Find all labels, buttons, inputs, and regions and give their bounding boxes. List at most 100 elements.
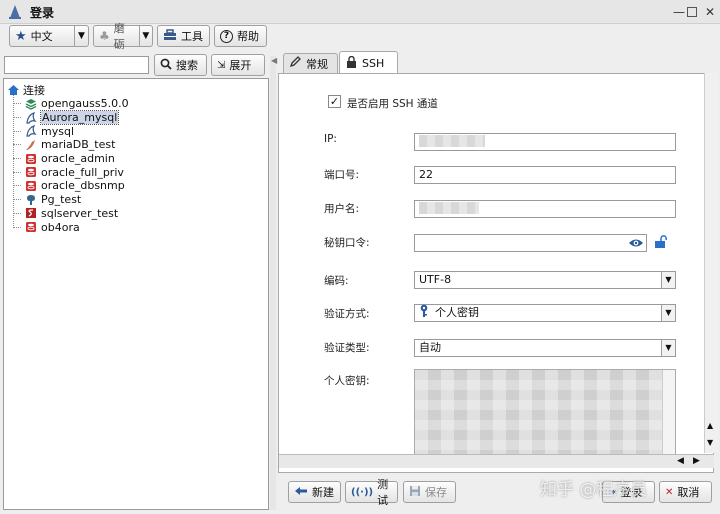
lock-icon (346, 55, 357, 71)
help-icon: ? (220, 29, 233, 43)
auth-method-label: 验证方式: (324, 308, 370, 320)
tree-item-connection[interactable]: sqlserver_test (13, 206, 266, 221)
auth-type-label: 验证类型: (324, 342, 370, 354)
tools-label: 工具 (181, 30, 203, 43)
ip-field[interactable] (414, 133, 676, 151)
tree-item-label: mysql (41, 124, 74, 138)
tree-connector-line (13, 117, 21, 119)
splitter-handle[interactable] (270, 56, 276, 510)
help-button[interactable]: ? 帮助 (214, 25, 267, 47)
port-label: 端口号: (324, 169, 360, 181)
redacted-ip (419, 135, 485, 147)
new-connection-icon (294, 485, 308, 500)
pencil-icon (289, 56, 301, 71)
enable-ssh-checkbox[interactable]: ✓ (328, 95, 341, 108)
database-icon (25, 221, 37, 233)
tree-item-label: mariaDB_test (41, 138, 116, 152)
theme-combo[interactable]: ♣ 磨砺 ▼ (93, 22, 153, 51)
tree-item-connection[interactable]: mysql (13, 124, 266, 138)
private-key-textarea[interactable] (414, 369, 676, 467)
tree-item-connection[interactable]: oracle_full_priv (13, 165, 266, 179)
tree-connector-line (13, 185, 21, 187)
chevron-down-icon: ▼ (661, 272, 675, 288)
new-button[interactable]: 新建 (288, 481, 341, 503)
tree-item-connection[interactable]: ob4ora (13, 220, 266, 234)
theme-icon: ♣ (99, 29, 110, 43)
close-icon[interactable]: ✕ (703, 5, 717, 19)
collapse-left-arrow-icon[interactable]: ◀ (271, 56, 277, 65)
language-combo[interactable]: ★ 中文 ▼ (9, 25, 89, 47)
tree-item-label: ob4ora (41, 220, 80, 234)
help-label: 帮助 (237, 30, 259, 43)
minimize-icon[interactable]: — (672, 5, 686, 19)
tree-item-connection[interactable]: mariaDB_test (13, 138, 266, 152)
layers-icon (25, 98, 37, 110)
sqlserver-icon (25, 207, 37, 219)
scroll-right-arrow-icon[interactable]: ▶ (693, 456, 700, 466)
app-logo-icon (7, 4, 23, 20)
tree-item-label: opengauss5.0.0 (41, 97, 129, 111)
private-key-scrollbar[interactable] (662, 370, 675, 466)
checkmark-icon: ✓ (329, 95, 340, 108)
enable-ssh-label: 是否启用 SSH 通道 (347, 98, 438, 110)
tree-connector-line (13, 158, 21, 160)
antenna-icon: ((·)) (351, 486, 374, 498)
private-key-label: 个人密钥: (324, 375, 370, 387)
chevron-down-icon: ▼ (661, 340, 675, 356)
port-field[interactable]: 22 (414, 166, 676, 184)
encoding-select[interactable]: UTF-8 ▼ (414, 271, 676, 289)
test-button[interactable]: ((·)) 测试 (345, 478, 398, 507)
scroll-left-arrow-icon[interactable]: ◀ (677, 456, 684, 466)
expand-icon: ⇲ (217, 59, 226, 71)
tree-item-label: sqlserver_test (41, 206, 119, 220)
tree-item-label: oracle_admin (41, 152, 115, 166)
tree-item-label: oracle_dbsnmp (41, 179, 125, 193)
auth-type-value: 自动 (419, 341, 441, 354)
key-icon (419, 304, 429, 322)
title-bar: 登录 — ✕ (0, 0, 720, 24)
maximize-icon[interactable] (687, 7, 697, 17)
scroll-up-arrow-icon[interactable]: ▲ (707, 421, 713, 430)
scroll-down-arrow-icon[interactable]: ▼ (707, 438, 713, 447)
tab-general[interactable]: 常规 (283, 53, 338, 73)
search-button[interactable]: 搜索 (154, 54, 207, 76)
tree-connector-line (13, 171, 21, 173)
username-field[interactable] (414, 200, 676, 218)
tree-item-connection[interactable]: oracle_dbsnmp (13, 179, 266, 193)
tab-ssh-label: SSH (362, 56, 385, 70)
chevron-down-icon: ▼ (74, 26, 88, 46)
cancel-button[interactable]: ✕ 取消 (659, 481, 712, 503)
eye-icon[interactable] (628, 237, 644, 252)
watermark-text: 知乎 @程序员 (540, 480, 648, 500)
tree-item-label: Aurora_mysql (39, 110, 120, 126)
chevron-down-icon: ▼ (661, 305, 675, 321)
form-horizontal-scrollbar[interactable]: ◀ ▶ (279, 454, 714, 468)
database-icon (25, 180, 37, 192)
tree-root-label: 连接 (23, 83, 45, 97)
seal-icon (25, 139, 37, 151)
tree-item-connection[interactable]: Pg_test (13, 193, 266, 207)
tree-item-connection[interactable]: Aurora_mysql (13, 110, 266, 126)
passphrase-field[interactable] (414, 234, 647, 252)
tree-connector-line (13, 103, 21, 105)
save-icon (409, 485, 421, 500)
unlock-icon[interactable] (654, 235, 668, 252)
search-input[interactable] (4, 56, 149, 74)
dolphin-icon (25, 125, 37, 137)
tab-ssh[interactable]: SSH (339, 51, 398, 74)
star-icon: ★ (15, 28, 27, 44)
test-label: 测试 (377, 478, 389, 507)
form-vertical-scrollbar[interactable]: ▲ ▼ (704, 73, 718, 453)
save-button[interactable]: 保存 (403, 481, 456, 503)
tree-connector-line (13, 130, 21, 132)
tools-button[interactable]: 工具 (157, 25, 210, 47)
tree-connector-line (13, 226, 21, 228)
window-title: 登录 (30, 6, 55, 20)
auth-method-select[interactable]: 个人密钥 ▼ (414, 304, 676, 322)
tree-item-connection[interactable]: opengauss5.0.0 (13, 97, 266, 111)
dolphin-icon (25, 111, 37, 124)
expand-button[interactable]: ⇲ 展开 (211, 54, 265, 76)
encoding-label: 编码: (324, 275, 349, 287)
auth-type-select[interactable]: 自动 ▼ (414, 339, 676, 357)
tree-item-connection[interactable]: oracle_admin (13, 152, 266, 166)
